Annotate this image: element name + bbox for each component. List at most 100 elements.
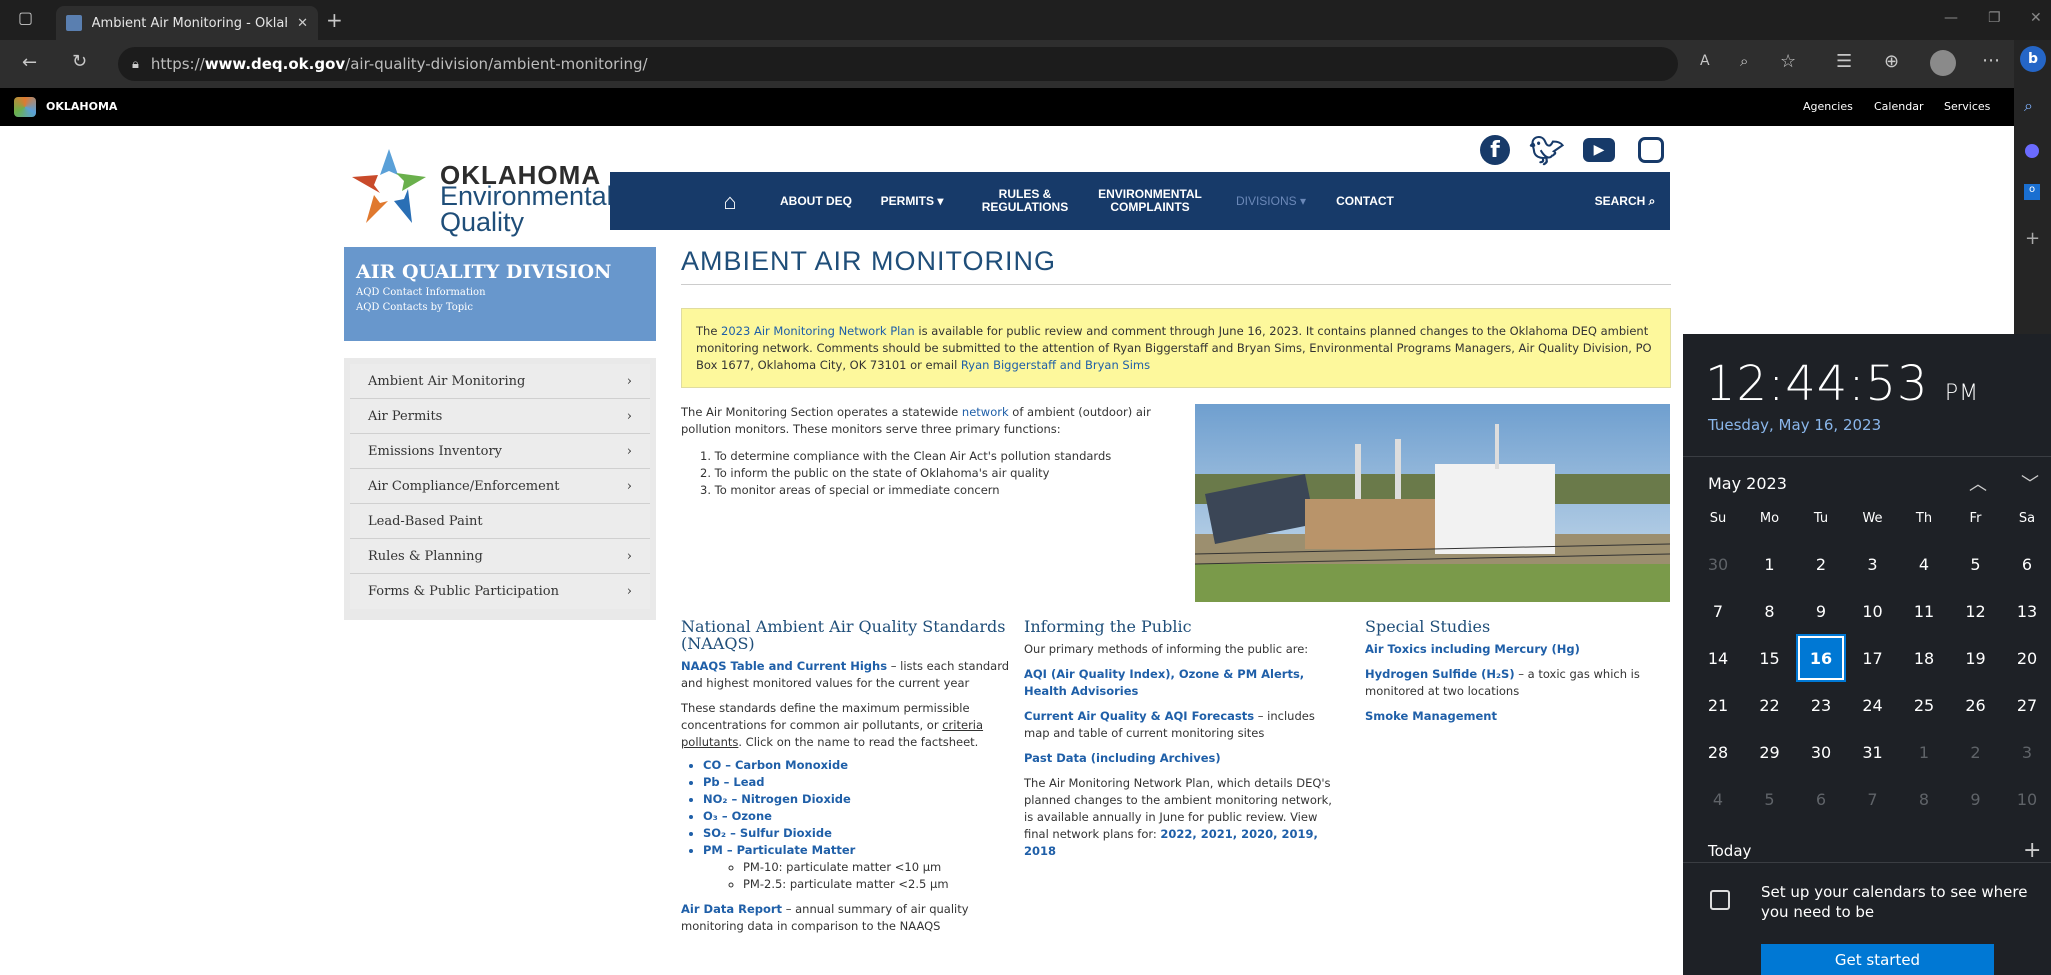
minimize-icon[interactable]: — (1944, 10, 1958, 26)
pollutant-link[interactable]: Pb – Lead (703, 774, 1021, 791)
instagram-icon[interactable] (1634, 133, 1668, 167)
calendar-day[interactable]: 5 (1953, 542, 1999, 586)
network-link[interactable]: network (962, 405, 1009, 419)
aqd-topic-link[interactable]: AQD Contacts by Topic (356, 302, 644, 313)
calendar-month[interactable]: May 2023 (1708, 474, 1787, 493)
side-menu-item[interactable]: Ambient Air Monitoring › (350, 364, 650, 399)
outlook-icon[interactable]: o (2024, 184, 2040, 200)
calendar-day[interactable]: 24 (1850, 683, 1896, 727)
pollutant-link[interactable]: NO₂ – Nitrogen Dioxide (703, 791, 1021, 808)
calendar-day[interactable]: 27 (2004, 683, 2050, 727)
zoom-icon[interactable]: ⌕ (1740, 52, 1748, 70)
calendar-day[interactable]: 8 (1747, 589, 1793, 633)
restore-icon[interactable]: ❐ (1988, 10, 2001, 26)
oklahoma-star-logo-icon[interactable] (14, 97, 36, 117)
calendar-day[interactable]: 11 (1901, 589, 1947, 633)
nav-contact[interactable]: CONTACT (1330, 172, 1400, 230)
back-icon[interactable]: ← (22, 52, 37, 73)
nav-complaints[interactable]: ENVIRONMENTAL COMPLAINTS (1090, 172, 1210, 230)
side-menu-item[interactable]: Air Permits › (350, 399, 650, 434)
h2s-link[interactable]: Hydrogen Sulfide (H₂S) (1365, 667, 1515, 681)
pollutant-link[interactable]: PM – Particulate Matter (703, 842, 1021, 859)
browser-tab[interactable]: Ambient Air Monitoring - Oklaho ✕ (56, 6, 318, 40)
calendar-link[interactable]: Calendar (1874, 100, 1923, 113)
side-menu-item[interactable]: Air Compliance/Enforcement › (350, 469, 650, 504)
calendar-day[interactable]: 25 (1901, 683, 1947, 727)
new-tab-icon[interactable]: + (326, 8, 343, 32)
aqd-title[interactable]: AIR QUALITY DIVISION (356, 261, 644, 283)
nav-rules[interactable]: RULES & REGULATIONS (980, 172, 1070, 230)
url-field[interactable]: 🔒︎ https://www.deq.ok.gov/air-quality-di… (118, 47, 1678, 81)
bing-chat-icon[interactable]: b (2020, 46, 2046, 72)
collections-icon[interactable]: ⊕ (1884, 51, 1899, 72)
close-window-icon[interactable]: ✕ (2030, 10, 2042, 26)
more-menu-icon[interactable]: ⋯ (1982, 50, 2000, 71)
calendar-day[interactable]: 4 (1695, 777, 1741, 821)
calendar-day[interactable]: 9 (1953, 777, 1999, 821)
youtube-icon[interactable]: ▶ (1582, 133, 1616, 167)
calendar-day[interactable]: 14 (1695, 636, 1741, 680)
calendar-day[interactable]: 13 (2004, 589, 2050, 633)
calendar-day[interactable]: 2 (1798, 542, 1844, 586)
calendar-day[interactable]: 28 (1695, 730, 1741, 774)
calendar-day-selected[interactable]: 16 (1796, 634, 1846, 682)
network-plan-link[interactable]: 2023 Air Monitoring Network Plan (721, 324, 915, 338)
calendar-day[interactable]: 12 (1953, 589, 1999, 633)
profile-avatar-icon[interactable] (1930, 50, 1956, 76)
calendar-day[interactable]: 2 (1953, 730, 1999, 774)
calendar-day[interactable]: 30 (1798, 730, 1844, 774)
calendar-day[interactable]: 1 (1747, 542, 1793, 586)
refresh-icon[interactable]: ↻ (72, 51, 87, 72)
state-logo-label[interactable]: OKLAHOMA (46, 100, 117, 113)
close-tab-icon[interactable]: ✕ (297, 16, 308, 31)
agencies-link[interactable]: Agencies (1803, 100, 1853, 113)
chevron-up-icon[interactable]: ︿ (1969, 470, 1987, 496)
twitter-icon[interactable]: 🐦︎ (1529, 133, 1565, 167)
calendar-day[interactable]: 6 (2004, 542, 2050, 586)
calendar-day[interactable]: 19 (1953, 636, 1999, 680)
calendar-day[interactable]: 4 (1901, 542, 1947, 586)
calendar-day[interactable]: 20 (2004, 636, 2050, 680)
deq-logo-icon[interactable] (348, 145, 430, 227)
read-aloud-icon[interactable]: A (1700, 53, 1710, 69)
chevron-down-icon[interactable]: ﹀ (2021, 470, 2039, 496)
nav-search[interactable]: SEARCH ⌕ (1590, 172, 1660, 230)
side-menu-item[interactable]: Emissions Inventory › (350, 434, 650, 469)
air-data-report-link[interactable]: Air Data Report (681, 902, 782, 916)
add-sidebar-icon[interactable]: + (2025, 228, 2040, 249)
side-menu-item[interactable]: Forms & Public Participation › (350, 574, 650, 609)
get-started-button[interactable]: Get started (1761, 944, 1994, 975)
calendar-day[interactable]: 10 (1850, 589, 1896, 633)
services-link[interactable]: Services (1944, 100, 1990, 113)
favorite-star-icon[interactable]: ☆ (1780, 51, 1796, 72)
forecast-link[interactable]: Current Air Quality & AQI Forecasts (1024, 709, 1254, 723)
pollutant-link[interactable]: SO₂ – Sulfur Dioxide (703, 825, 1021, 842)
calendar-day[interactable]: 10 (2004, 777, 2050, 821)
side-menu-item[interactable]: Rules & Planning › (350, 539, 650, 574)
copilot-icon[interactable] (2025, 144, 2039, 158)
smoke-management-link[interactable]: Smoke Management (1365, 708, 1665, 725)
calendar-day[interactable]: 15 (1747, 636, 1793, 680)
nav-permits[interactable]: PERMITS ▾ (872, 172, 952, 230)
facebook-icon[interactable]: f (1478, 133, 1512, 167)
aqd-contact-link[interactable]: AQD Contact Information (356, 287, 644, 298)
search-icon[interactable]: ⌕ (2024, 96, 2033, 116)
favorites-icon[interactable]: ☰ (1836, 51, 1852, 72)
email-link[interactable]: Ryan Biggerstaff and Bryan Sims (961, 358, 1150, 372)
calendar-day[interactable]: 31 (1850, 730, 1896, 774)
calendar-day[interactable]: 29 (1747, 730, 1793, 774)
calendar-day[interactable]: 5 (1747, 777, 1793, 821)
calendar-day[interactable]: 8 (1901, 777, 1947, 821)
calendar-day[interactable]: 1 (1901, 730, 1947, 774)
past-data-link[interactable]: Past Data (including Archives) (1024, 750, 1334, 767)
nav-divisions[interactable]: DIVISIONS ▾ (1226, 172, 1316, 230)
side-menu-item[interactable]: Lead-Based Paint (350, 504, 650, 539)
calendar-day[interactable]: 22 (1747, 683, 1793, 727)
home-icon[interactable]: ⌂ (710, 172, 750, 230)
calendar-day[interactable]: 21 (1695, 683, 1741, 727)
calendar-day[interactable]: 7 (1850, 777, 1896, 821)
aqi-alerts-link[interactable]: AQI (Air Quality Index), Ozone & PM Aler… (1024, 666, 1334, 700)
calendar-day[interactable]: 6 (1798, 777, 1844, 821)
air-toxics-link[interactable]: Air Toxics including Mercury (Hg) (1365, 641, 1665, 658)
clock-date[interactable]: Tuesday, May 16, 2023 (1708, 416, 1881, 434)
